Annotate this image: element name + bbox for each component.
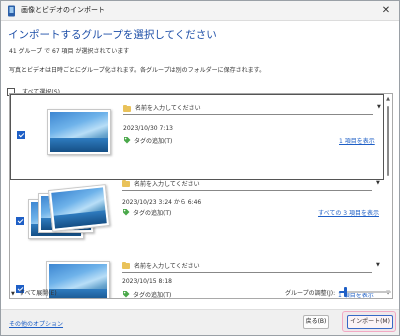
tag-icon bbox=[123, 209, 130, 216]
group-name-input[interactable]: 名前を入力してください bbox=[134, 179, 200, 188]
add-tag-link[interactable]: タグの追加(T) bbox=[133, 290, 171, 298]
tag-icon bbox=[123, 291, 130, 298]
group-date: 2023/10/30 7:13 bbox=[123, 125, 173, 132]
close-button[interactable]: ✕ bbox=[379, 4, 393, 18]
group-checkbox[interactable] bbox=[17, 131, 25, 139]
group-list: 名前を入力してください ▼ 2023/10/30 7:13 タグの追加(T) 1… bbox=[9, 93, 393, 299]
show-items-link[interactable]: 1 項目を表示 bbox=[339, 136, 375, 145]
name-underline bbox=[122, 190, 372, 191]
name-underline bbox=[122, 272, 372, 273]
tag-icon bbox=[124, 137, 131, 144]
show-items-link[interactable]: すべての 3 項目を表示 bbox=[318, 208, 379, 217]
group-item[interactable]: 名前を入力してください ▼ 2023/10/23 3:24 から 6:46 タグ… bbox=[10, 179, 384, 265]
more-options-link[interactable]: その他のオプション bbox=[9, 319, 63, 328]
folder-icon bbox=[122, 261, 130, 269]
add-tag-link[interactable]: タグの追加(T) bbox=[134, 136, 172, 145]
import-button-highlight bbox=[342, 311, 396, 332]
content-area: インポートするグループを選択してください 41 グループ で 67 項目 が選択… bbox=[1, 21, 399, 335]
group-checkbox[interactable] bbox=[16, 217, 24, 225]
window-title: 画像とビデオのインポート bbox=[21, 6, 105, 14]
grouping-adjust-label: グループの調整(J): bbox=[285, 290, 336, 297]
list-scrollbar[interactable]: ▲ ▼ bbox=[385, 96, 391, 296]
group-date: 2023/10/23 3:24 から 6:46 bbox=[122, 199, 202, 206]
name-underline bbox=[123, 114, 373, 115]
import-window: 画像とビデオのインポート ✕ インポートするグループを選択してください 41 グ… bbox=[0, 0, 400, 336]
selection-summary: 41 グループ で 67 項目 が選択されています bbox=[9, 48, 130, 55]
back-button[interactable]: 戻る(B) bbox=[303, 315, 329, 329]
expand-all-toggle[interactable]: ▼ すべて展開(E) bbox=[11, 288, 57, 297]
grouping-slider[interactable] bbox=[339, 287, 391, 297]
scroll-up-icon[interactable]: ▲ bbox=[385, 96, 391, 102]
chevron-down-icon[interactable]: ▼ bbox=[377, 104, 381, 110]
slider-thumb[interactable] bbox=[344, 287, 347, 297]
chevron-down-icon[interactable]: ▼ bbox=[376, 262, 380, 268]
photo-thumbnail bbox=[47, 184, 111, 232]
add-tag-link[interactable]: タグの追加(T) bbox=[133, 208, 171, 217]
grouping-description: 写真とビデオは日時ごとにグループ化されます。各グループは別のフォルダーに保存され… bbox=[9, 67, 266, 74]
group-name-input[interactable]: 名前を入力してください bbox=[135, 103, 201, 112]
photo-thumbnail bbox=[47, 109, 111, 155]
group-item[interactable]: 名前を入力してください ▼ 2023/10/30 7:13 タグの追加(T) 1… bbox=[10, 94, 384, 180]
chevron-down-icon[interactable]: ▼ bbox=[376, 180, 380, 186]
group-date: 2023/10/15 8:18 bbox=[122, 278, 172, 285]
app-icon bbox=[8, 5, 15, 17]
expand-all-label: すべて展開(E) bbox=[18, 290, 57, 297]
chevron-down-icon: ▼ bbox=[11, 291, 15, 297]
group-name-input[interactable]: 名前を入力してください bbox=[134, 261, 200, 270]
footer-bar: その他のオプション 戻る(B) インポート(M) bbox=[1, 309, 399, 335]
folder-icon bbox=[122, 179, 130, 187]
page-title: インポートするグループを選択してください bbox=[8, 29, 217, 41]
scroll-thumb[interactable] bbox=[387, 106, 389, 176]
select-all-checkbox[interactable]: すべて選択(S) bbox=[7, 81, 60, 96]
folder-icon bbox=[123, 104, 131, 112]
title-bar: 画像とビデオのインポート ✕ bbox=[1, 1, 399, 21]
